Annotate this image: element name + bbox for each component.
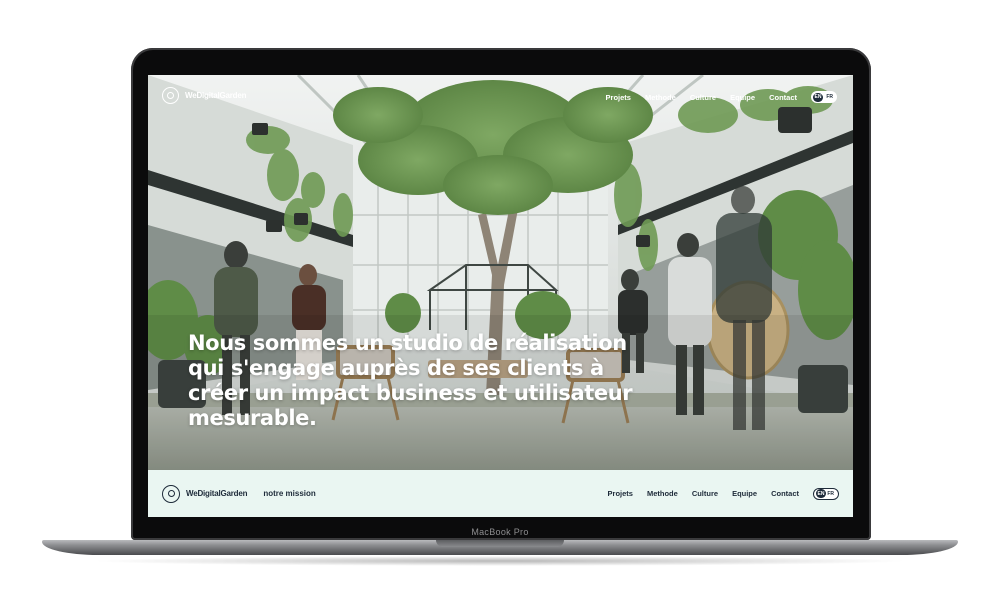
laptop-shadow [90,556,910,566]
bottom-nav-projets[interactable]: Projets [608,489,633,498]
logo-icon [162,484,180,503]
bottom-nav-equipe[interactable]: Equipe [732,489,757,498]
bottom-nav: Projets Methode Culture Equipe Contact E… [608,487,839,500]
headline-line: Nous sommes un studio de réalisation [188,331,627,355]
hero-nav: Projets Methode Culture Equipe Contact E… [606,91,837,103]
bottom-brand-name: WeDigitalGarden [186,489,248,498]
bottom-nav-methode[interactable]: Methode [647,489,678,498]
hero-nav-equipe[interactable]: Equipe [730,93,755,102]
bottom-nav-culture[interactable]: Culture [692,489,718,498]
logo-icon [162,87,179,104]
headline-line: qui s'engage auprès de ses clients à [188,356,604,380]
hero-nav-methode[interactable]: Methode [645,93,676,102]
lang-option-en[interactable]: EN [816,489,826,498]
laptop-hinge-notch [436,540,564,547]
hero-nav-contact[interactable]: Contact [769,93,797,102]
hero-headline: Nous sommes un studio de réalisation qui… [188,331,708,431]
hero-nav-culture[interactable]: Culture [690,93,716,102]
bottom-language-toggle[interactable]: EN FR [813,487,839,500]
hero-nav-projets[interactable]: Projets [606,93,631,102]
bottom-nav-bar: WeDigitalGarden notre mission Projets Me… [148,470,853,517]
bottom-nav-contact[interactable]: Contact [771,489,799,498]
mission-link[interactable]: notre mission [263,489,315,498]
lang-option-fr[interactable]: FR [827,491,836,497]
lang-option-en[interactable]: EN [813,92,823,102]
hero-logo[interactable]: WeDigitalGarden [162,87,247,104]
lang-option-fr[interactable]: FR [826,94,835,100]
hero-section: WeDigitalGarden Projets Methode Culture … [148,75,853,470]
hero-language-toggle[interactable]: EN FR [811,91,837,103]
bottom-logo[interactable]: WeDigitalGarden [162,484,248,503]
model-label: MacBook Pro [471,527,529,537]
headline-line: mesurable. [188,406,317,430]
headline-line: créer un impact business et utilisateur [188,381,633,405]
hero-brand-name: WeDigitalGarden [185,91,247,100]
laptop-screen: WeDigitalGarden Projets Methode Culture … [148,75,853,517]
